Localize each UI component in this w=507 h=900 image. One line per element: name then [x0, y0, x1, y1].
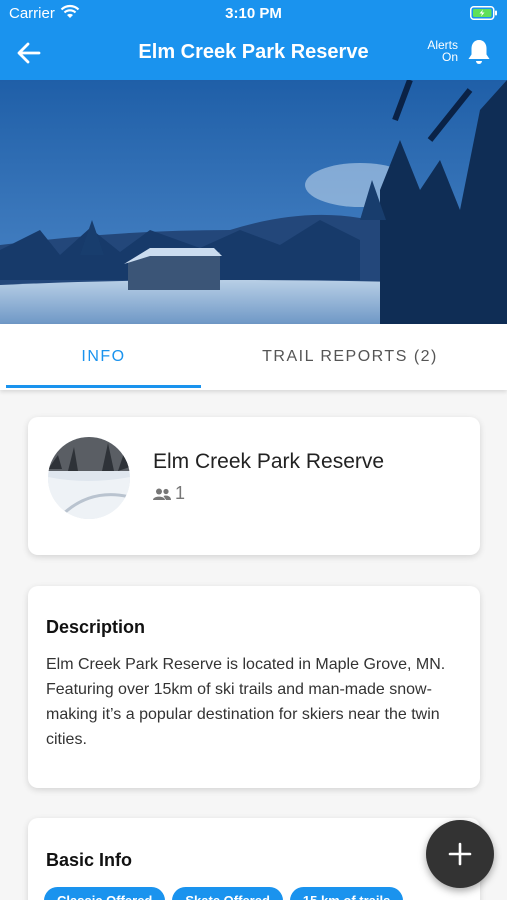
alerts-toggle[interactable]: Alerts On [418, 38, 498, 70]
tab-bar: INFO TRAIL REPORTS (2) [0, 324, 507, 390]
park-name: Elm Creek Park Reserve [153, 450, 385, 473]
status-time: 3:10 PM [225, 5, 282, 22]
tab-trail-reports[interactable]: TRAIL REPORTS (2) [220, 324, 480, 390]
alerts-state: On [441, 50, 458, 64]
page-title: Elm Creek Park Reserve [138, 41, 369, 63]
description-card: Description Elm Creek Park Reserve is lo… [28, 586, 480, 788]
park-card: Elm Creek Park Reserve 1 [28, 417, 480, 555]
member-count: 1 [153, 483, 185, 504]
back-arrow-icon[interactable] [16, 40, 42, 66]
battery-icon [470, 6, 497, 20]
tab-info[interactable]: INFO [6, 324, 201, 390]
description-text: Elm Creek Park Reserve is located in Map… [46, 656, 446, 748]
hero-image [0, 80, 507, 324]
description-heading: Description [46, 617, 146, 637]
chip-skate: Skate Offered [172, 887, 283, 900]
chip-trail-length: 15 km of trails [289, 887, 404, 900]
chip-classic: Classic Offered [44, 887, 166, 900]
plus-icon [448, 842, 472, 866]
bell-icon [468, 40, 490, 64]
member-count-value: 1 [175, 483, 186, 503]
park-avatar [48, 437, 130, 519]
alerts-status: Alerts On [418, 39, 458, 63]
status-bar: Carrier 3:10 PM [0, 0, 507, 28]
basic-info-heading: Basic Info [46, 850, 133, 870]
active-tab-indicator [6, 385, 201, 388]
app-bar: Carrier 3:10 PM Elm Creek Park Reserve A… [0, 0, 507, 80]
feature-chips: Classic Offered Skate Offered 15 km of tra… [44, 887, 410, 900]
add-report-button[interactable] [426, 820, 494, 888]
basic-info-card: Basic Info Classic Offered Skate Offered 1… [28, 818, 480, 900]
people-icon [153, 488, 171, 501]
